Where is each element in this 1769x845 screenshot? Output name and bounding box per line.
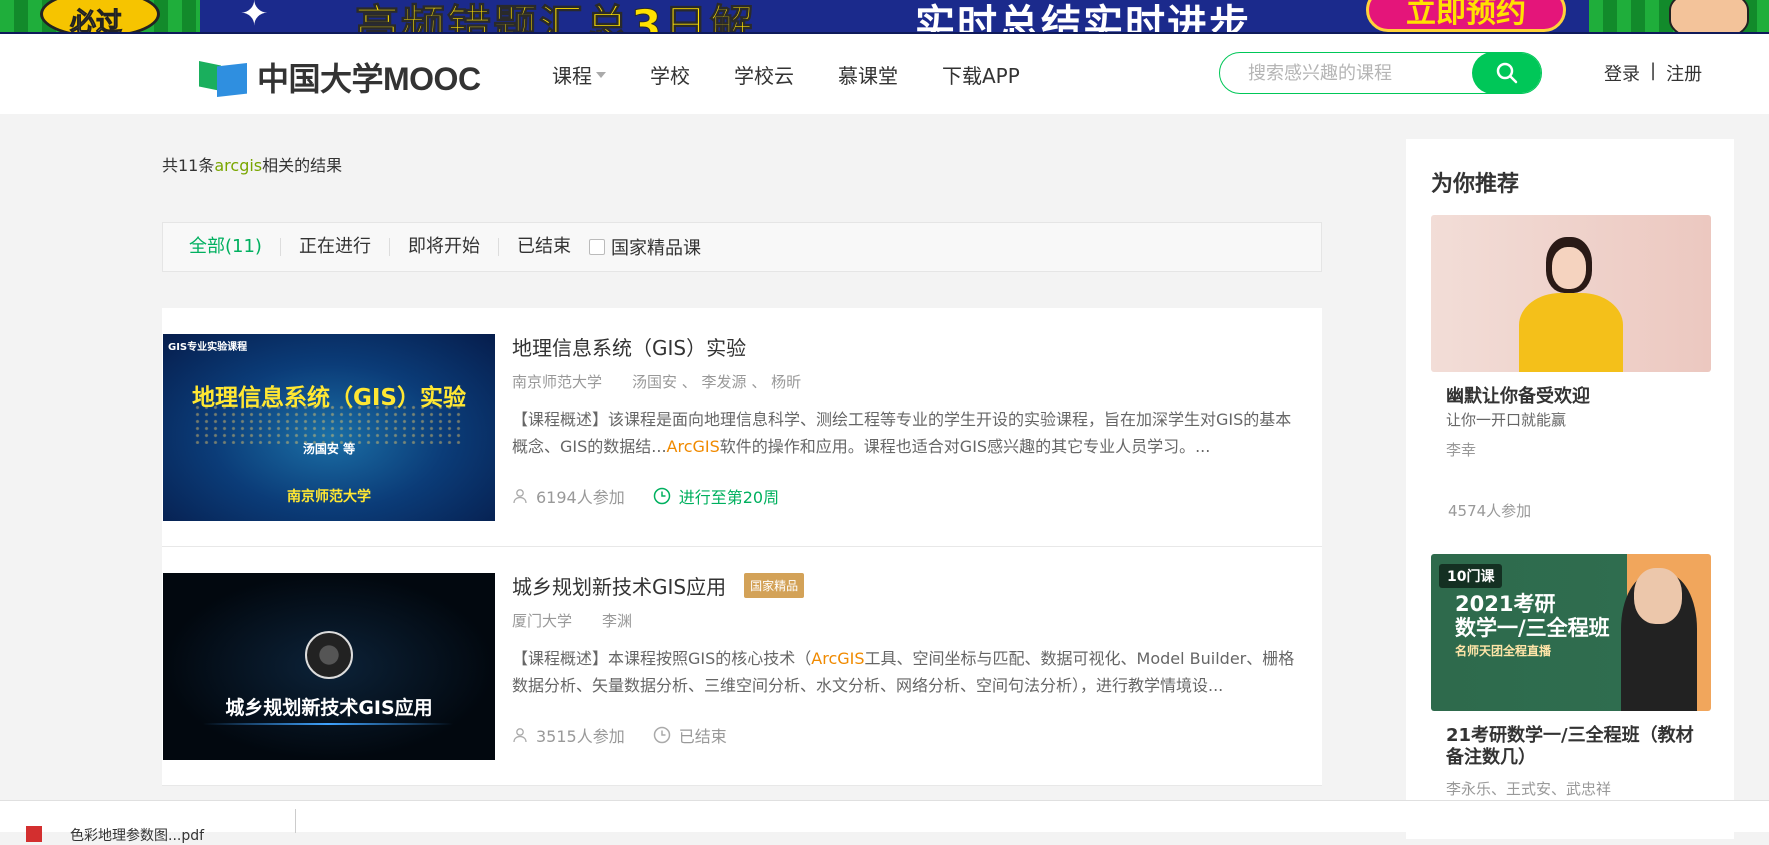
thumb-author: 汤国安 等 bbox=[302, 442, 356, 456]
thumb-title: 地理信息系统（GIS）实验 bbox=[191, 385, 466, 411]
course-teachers: 李渊 bbox=[602, 612, 633, 630]
national-quality-checkbox[interactable]: 国家精品课 bbox=[588, 234, 701, 260]
thumb-tag: GIS专业实验课程 bbox=[168, 342, 248, 353]
nav-download-app[interactable]: 下载APP bbox=[942, 60, 1020, 89]
thumb-school: 南京师范大学 bbox=[287, 489, 371, 505]
nav-courses[interactable]: 课程 bbox=[552, 60, 606, 89]
filter-ended[interactable]: 已结束 bbox=[499, 238, 589, 256]
filter-ongoing[interactable]: 正在进行 bbox=[281, 238, 390, 256]
filter-all[interactable]: 全部(11) bbox=[189, 238, 281, 256]
search-icon bbox=[1496, 62, 1518, 84]
course-description: 【课程概述】本课程按照GIS的核心技术（ArcGIS工具、空间坐标与匹配、数据可… bbox=[512, 649, 1295, 695]
recommend-card[interactable]: 幽默让你备受欢迎 让你一开口就能赢 李幸 4574人参加 bbox=[1431, 215, 1711, 521]
login-link[interactable]: 登录 bbox=[1604, 60, 1640, 86]
course-title[interactable]: 城乡规划新技术GIS应用 bbox=[512, 571, 726, 600]
course-description: 【课程概述】该课程是面向地理信息科学、测绘工程等专业的学生开设的实验课程，旨在加… bbox=[512, 410, 1292, 456]
image-subtitle: 名师天团全程直播 bbox=[1455, 644, 1552, 658]
checkbox-icon[interactable] bbox=[588, 239, 605, 255]
course-teachers: 汤国安 、 李发源 、 杨昕 bbox=[632, 373, 802, 391]
promo-banner[interactable]: 必过 ✦ 高频错题汇总3日解 实时总结实时进步 立即预约 ✦ bbox=[0, 0, 1769, 34]
pdf-file-icon bbox=[26, 826, 42, 842]
auth-links: 登录 | 注册 bbox=[1604, 60, 1702, 86]
search-input[interactable] bbox=[1248, 53, 1458, 93]
glow-line bbox=[203, 723, 453, 725]
course-count-badge: 10门课 bbox=[1439, 564, 1503, 588]
banner-character bbox=[1669, 0, 1749, 32]
course-status: 进行至第20周 bbox=[653, 484, 779, 508]
search-box bbox=[1219, 52, 1542, 94]
course-card[interactable]: GIS专业实验课程 地理信息系统（GIS）实验 汤国安 等 南京师范大学 地理信… bbox=[162, 308, 1322, 547]
download-bar: 色彩地理参数图...pdf bbox=[0, 800, 1769, 844]
course-info: 城乡规划新技术GIS应用 国家精品 厦门大学 李渊 【课程概述】本课程按照GIS… bbox=[512, 571, 1302, 747]
recommend-image[interactable]: 10门课 2021考研 数学一/三全程班 名师天团全程直播 bbox=[1431, 554, 1711, 711]
recommend-card[interactable]: 10门课 2021考研 数学一/三全程班 名师天团全程直播 21考研数学一/三全程… bbox=[1431, 554, 1711, 799]
search-button[interactable] bbox=[1472, 53, 1541, 93]
user-icon bbox=[513, 489, 527, 504]
auth-separator: | bbox=[1650, 60, 1657, 81]
course-school[interactable]: 厦门大学 bbox=[512, 610, 572, 631]
course-school[interactable]: 南京师范大学 bbox=[512, 371, 602, 392]
course-thumbnail[interactable]: GIS专业实验课程 地理信息系统（GIS）实验 汤国安 等 南京师范大学 bbox=[163, 334, 495, 521]
banner-headline: 高频错题汇总3日解 bbox=[355, 1, 756, 34]
course-list: GIS专业实验课程 地理信息系统（GIS）实验 汤国安 等 南京师范大学 地理信… bbox=[162, 308, 1322, 786]
participants-stat: 6194人参加 bbox=[512, 484, 625, 508]
banner-left-text: 必过 bbox=[69, 8, 123, 34]
nav-school-cloud[interactable]: 学校云 bbox=[734, 60, 794, 89]
star-icon: ✦ bbox=[240, 0, 269, 34]
clock-icon bbox=[653, 726, 670, 744]
sidebar-title: 为你推荐 bbox=[1431, 172, 1520, 197]
recommend-image[interactable] bbox=[1431, 215, 1711, 372]
national-quality-badge: 国家精品 bbox=[744, 573, 805, 598]
recommend-teacher: 李幸 bbox=[1446, 441, 1477, 459]
nav-mooc-classroom[interactable]: 慕课堂 bbox=[838, 60, 898, 89]
site-header: 中国大学MOOC 课程 学校 学校云 慕课堂 下载APP 登录 | 注册 bbox=[0, 34, 1769, 114]
recommend-participants: 4574人参加 bbox=[1448, 502, 1532, 520]
clock-icon bbox=[653, 487, 670, 505]
divider bbox=[295, 809, 296, 833]
chevron-down-icon bbox=[596, 71, 606, 78]
recommend-teacher: 李永乐、王式安、武忠祥 bbox=[1446, 780, 1612, 798]
course-info: 地理信息系统（GIS）实验 南京师范大学 汤国安 、 李发源 、 杨昕 【课程概… bbox=[512, 332, 1302, 508]
user-icon bbox=[513, 728, 527, 743]
mooc-logo-icon bbox=[199, 57, 249, 97]
recommend-title[interactable]: 21考研数学一/三全程班（教材备注数几） bbox=[1431, 725, 1711, 769]
filter-bar: 全部(11) 正在进行 即将开始 已结束 国家精品课 bbox=[162, 222, 1322, 272]
main-nav: 课程 学校 学校云 慕课堂 下载APP bbox=[552, 60, 1064, 89]
course-status: 已结束 bbox=[653, 723, 727, 747]
register-link[interactable]: 注册 bbox=[1666, 60, 1702, 86]
participants-stat: 3515人参加 bbox=[512, 723, 625, 747]
recommend-sidebar: 为你推荐 幽默让你备受欢迎 让你一开口就能赢 李幸 4574人参加 10门课 2… bbox=[1406, 139, 1734, 839]
course-thumbnail[interactable]: 城乡规划新技术GIS应用 bbox=[163, 573, 495, 760]
thumb-title: 城乡规划新技术GIS应用 bbox=[225, 697, 433, 719]
university-seal-icon bbox=[305, 631, 353, 679]
checkbox-label: 国家精品课 bbox=[610, 238, 701, 259]
banner-cta-button[interactable]: 立即预约 bbox=[1366, 0, 1566, 32]
recommend-title[interactable]: 幽默让你备受欢迎 bbox=[1431, 386, 1711, 408]
filter-upcoming[interactable]: 即将开始 bbox=[390, 238, 499, 256]
course-card[interactable]: 城乡规划新技术GIS应用 城乡规划新技术GIS应用 国家精品 厦门大学 李渊 【… bbox=[162, 547, 1322, 786]
search-keyword: arcgis bbox=[214, 156, 263, 175]
course-title[interactable]: 地理信息系统（GIS）实验 bbox=[512, 332, 746, 361]
site-logo[interactable]: 中国大学MOOC bbox=[199, 54, 481, 100]
logo-text: 中国大学MOOC bbox=[257, 61, 481, 97]
nav-schools[interactable]: 学校 bbox=[650, 60, 690, 89]
recommend-subtitle: 让你一开口就能赢 bbox=[1446, 411, 1567, 429]
image-title: 2021考研 数学一/三全程班 bbox=[1455, 592, 1610, 640]
download-filename[interactable]: 色彩地理参数图...pdf bbox=[70, 825, 204, 845]
result-summary: 共11条arcgis相关的结果 bbox=[162, 156, 343, 175]
banner-subline: 实时总结实时进步 bbox=[915, 2, 1251, 34]
